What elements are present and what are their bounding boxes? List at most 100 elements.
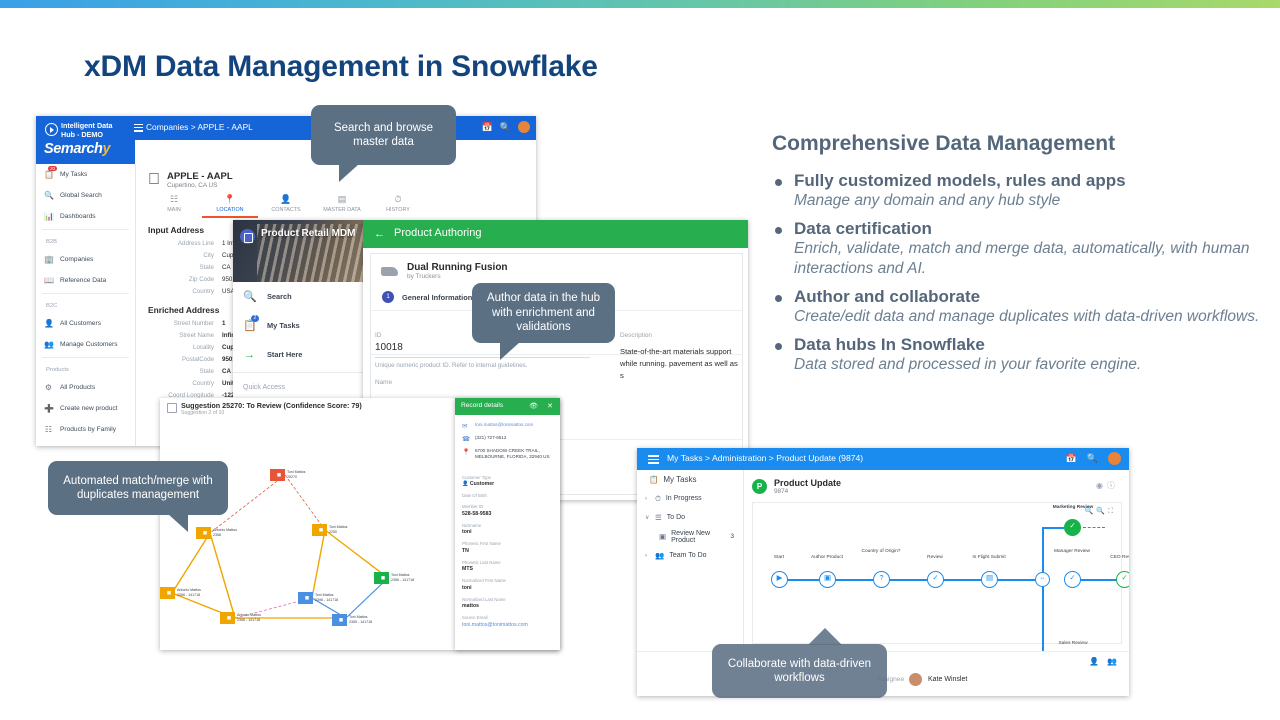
- task-header-icons[interactable]: ◉ⓘ: [1096, 480, 1119, 491]
- search-icon[interactable]: 🔍: [1087, 453, 1098, 464]
- workflow-node-in-flight-submit[interactable]: ▤: [981, 571, 998, 588]
- graph-node[interactable]: ■ Toni Mattos 2355 - 141718: [332, 614, 372, 626]
- menu-icon[interactable]: [648, 455, 659, 466]
- sidebar-item-all-products[interactable]: ⚙ All Products: [36, 377, 135, 398]
- sidebar-item-my-tasks[interactable]: 📋 My Tasks: [637, 470, 743, 489]
- avatar[interactable]: [518, 121, 530, 133]
- tab-contacts[interactable]: 👤 CONTACTS: [258, 194, 314, 218]
- sidebar-item-review-new-product[interactable]: ▣ Review New Product 3: [637, 527, 743, 546]
- mdm-app-icon: [240, 229, 255, 244]
- sidebar-item-label: Companies: [60, 256, 94, 263]
- list-item: Fully customized models, rules and apps …: [772, 170, 1262, 212]
- contact-address[interactable]: 📍 6700 SHADOW CREEK TRAIL, MELBOURNE, FL…: [455, 448, 560, 466]
- sidebar-item-my-tasks[interactable]: 📋 20 My Tasks: [36, 164, 135, 185]
- sidebar-item-reference-data[interactable]: 📖 Reference Data: [36, 270, 135, 291]
- pin-icon: 📍: [224, 194, 236, 204]
- tab-location[interactable]: 📍 LOCATION: [202, 194, 258, 218]
- doc-icon: ☷: [169, 194, 179, 204]
- arrow-right-icon: →: [244, 348, 255, 361]
- graph-node[interactable]: ■ Toni Mattos 25270: [270, 469, 305, 481]
- sidebar-item-all-customers[interactable]: 👤 All Customers: [36, 313, 135, 334]
- workflow-node-review[interactable]: ✓: [927, 571, 944, 588]
- sidebar-item-manage-customers[interactable]: 👥 Manage Customers: [36, 334, 135, 355]
- sidebar-item-products-by-family[interactable]: ☷ Products by Family: [36, 419, 135, 440]
- flow-dash: [1083, 527, 1105, 528]
- sidebar-item-label: Dashboards: [60, 213, 96, 220]
- tab-main[interactable]: ☷ MAIN: [146, 194, 202, 218]
- callout-tail: [808, 628, 842, 645]
- node-label: Manager Review: [1054, 549, 1090, 554]
- workflow-node-start[interactable]: ▶: [771, 571, 788, 588]
- sidebar-item-global-search[interactable]: 🔍 Global Search: [36, 185, 135, 206]
- sidebar-item-team-to-do[interactable]: › 👥 Team To Do: [637, 546, 743, 565]
- tab-master-data[interactable]: ▤ MASTER DATA: [314, 194, 370, 218]
- avatar[interactable]: [1108, 452, 1121, 465]
- workflow-node-country-of-origin[interactable]: ?: [873, 571, 890, 588]
- screenshot-product-retail-mdm[interactable]: Product Retail MDM 🔍 Search 📋 2 My Tasks…: [233, 220, 363, 400]
- add-person-icon[interactable]: 👤: [1089, 657, 1099, 666]
- clock-icon: ⏱: [394, 194, 402, 204]
- workflow-node-manager-review[interactable]: ✓: [1064, 571, 1081, 588]
- team-icon: 👥: [655, 551, 665, 560]
- workflow-diagram[interactable]: 🔍🔍⛶ ▶ Start ▣ Author Product ? Country o…: [752, 502, 1129, 674]
- graph-node[interactable]: ■ Toni Mattos 2250: [312, 524, 347, 536]
- menu-item-search[interactable]: 🔍 Search: [233, 282, 363, 311]
- contact-phone[interactable]: ☎ (321) 727-6512: [455, 435, 560, 448]
- close-icon[interactable]: ✕: [547, 402, 553, 410]
- calendar-icon[interactable]: 📅: [1066, 453, 1077, 464]
- badge-count: 20: [48, 166, 58, 171]
- field-value: toni.mattos@tonimattos.com: [462, 621, 528, 628]
- sidebar-item-create-new-product[interactable]: ➕ Create new product: [36, 398, 135, 419]
- panel-title: Record details: [461, 402, 504, 409]
- graph-node[interactable]: ■ Antonio Mattos 2358: [196, 527, 237, 539]
- eye-icon[interactable]: 👁: [529, 402, 538, 410]
- chevron-down-icon: ∨: [645, 515, 650, 521]
- record-header:  APPLE - AAPL Cupertino, CA US: [136, 164, 536, 189]
- tab-history[interactable]: ⏱ HISTORY: [370, 194, 426, 218]
- menu-item-start-here[interactable]: → Start Here: [233, 340, 363, 369]
- callout-automated-match: Automated match/merge with duplicates ma…: [48, 461, 228, 532]
- list-item: Data hubs In Snowflake Data stored and p…: [772, 334, 1262, 376]
- graph-node[interactable]: ■ Toni Mattos 2396 - 141718: [298, 592, 338, 604]
- product-header: Dual Running Fusion by Truckers: [371, 254, 742, 280]
- workflow-node-gateway[interactable]: ↔: [1035, 572, 1050, 587]
- sidebar-item-in-progress[interactable]: › ⏱ In Progress: [637, 489, 743, 508]
- id-hint: Unique numeric product ID. Refer to inte…: [375, 362, 528, 369]
- building-icon: 🏢: [44, 255, 54, 264]
- top-accent-bar: [0, 0, 1280, 8]
- menu-item-my-tasks[interactable]: 📋 2 My Tasks: [233, 311, 363, 340]
- node-label: Sales Review: [1058, 641, 1088, 646]
- calendar-icon[interactable]: 📅: [482, 122, 493, 133]
- menu-icon[interactable]: [134, 124, 143, 134]
- breadcrumb[interactable]: Companies > APPLE - AAPL: [146, 122, 253, 132]
- right-content-panel: Comprehensive Data Management Fully cust…: [772, 132, 1262, 381]
- field-label: Phonetic Last Name: [462, 559, 501, 565]
- graph-node[interactable]: ■ Antonio Mattos 2356 - 141718: [160, 587, 201, 599]
- graph-node[interactable]: ■ Antonio Mattos 2356 - 141718: [220, 612, 261, 624]
- screenshot-record-details[interactable]: Record details 👁 ✕ Toni Mattos ✉ toni.ma…: [455, 398, 560, 650]
- list-item: Data certification Enrich, validate, mat…: [772, 218, 1262, 280]
- sidebar-item-to-do[interactable]: ∨ ☰ To Do: [637, 508, 743, 527]
- field-label: Normalized First Name: [462, 578, 506, 584]
- arrow-left-icon[interactable]: ←: [374, 228, 385, 240]
- workflow-node-ceo-review[interactable]: ✓: [1116, 571, 1129, 588]
- record-tabs: ☷ MAIN 📍 LOCATION 👤 CONTACTS ▤ MASTER DATA ⏱…: [136, 189, 536, 218]
- sidebar-item-companies[interactable]: 🏢 Companies: [36, 249, 135, 270]
- sidebar-item-label: Products by Family: [60, 426, 117, 433]
- sidebar-item-label: Create new product: [60, 405, 118, 412]
- sidebar-item-dashboards[interactable]: 📊 Dashboards: [36, 206, 135, 227]
- suggestion-subtitle: Suggestion 2 of 10: [181, 409, 225, 416]
- people-icon[interactable]: 👥: [1107, 657, 1117, 666]
- app-name-line2: Hub - DEMO: [61, 130, 103, 139]
- play-circle-icon: [45, 123, 58, 136]
- graph-node[interactable]: ■ Toni Mattos 2356 - 141718: [374, 572, 414, 584]
- search-icon[interactable]: 🔍: [500, 122, 511, 133]
- feature-desc: Manage any domain and any hub style: [794, 192, 1061, 210]
- sidebar-item-product-details[interactable]: ▦ Product Details: [36, 440, 135, 446]
- select-checkbox[interactable]: [167, 403, 177, 413]
- contact-email[interactable]: ✉ toni.mattos@tonimattos.com: [455, 422, 560, 435]
- workflow-node-marketing-review[interactable]: ✓: [1064, 519, 1081, 536]
- workflow-node-author-product[interactable]: ▣: [819, 571, 836, 588]
- description-value[interactable]: State-of-the-art materials support while…: [620, 339, 740, 382]
- breadcrumb[interactable]: My Tasks > Administration > Product Upda…: [667, 453, 863, 463]
